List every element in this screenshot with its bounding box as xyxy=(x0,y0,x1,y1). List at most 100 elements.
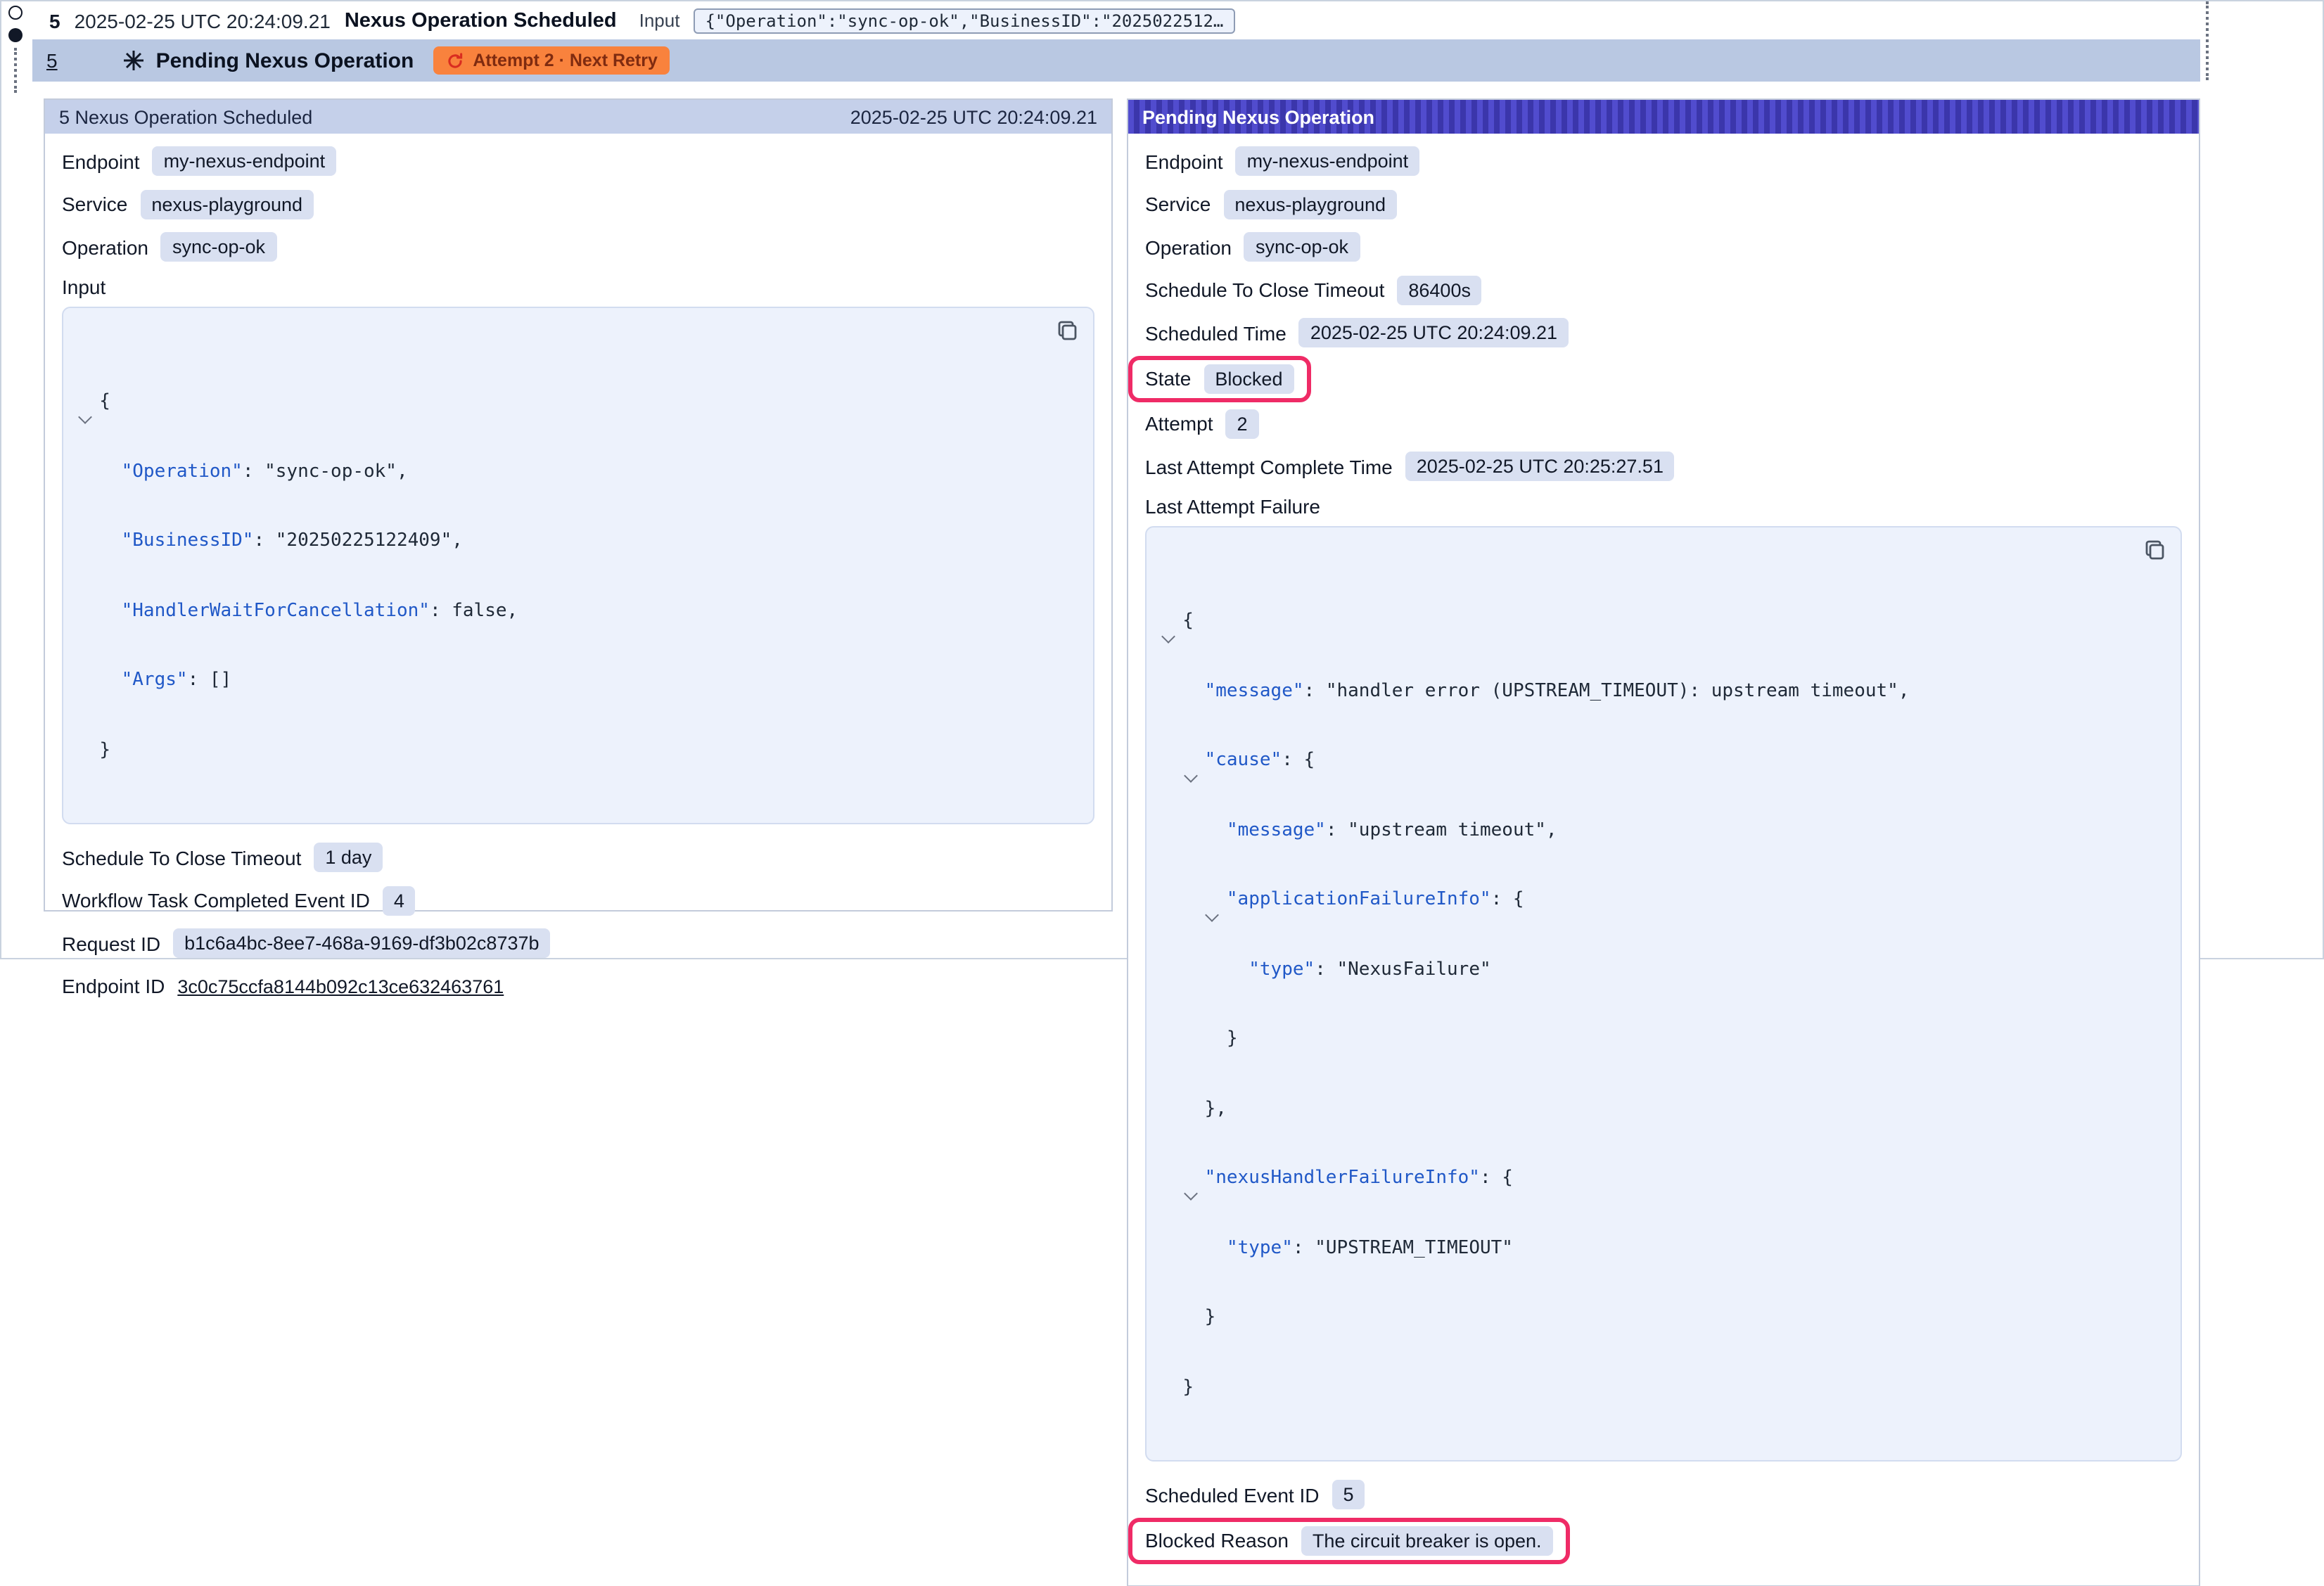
code-indent xyxy=(1161,750,1182,771)
code-line: "type": "UPSTREAM_TIMEOUT" xyxy=(1161,1237,2124,1260)
field-row-scheduled-event-id: Scheduled Event ID 5 xyxy=(1145,1480,2182,1509)
field-row-service: Service nexus-playground xyxy=(1145,189,2182,219)
json-value: } xyxy=(99,739,110,760)
event-title: Nexus Operation Scheduled xyxy=(345,9,617,32)
field-label: Endpoint ID xyxy=(62,975,165,997)
pending-operation-card: Pending Nexus Operation Endpoint my-nexu… xyxy=(1127,98,2200,1586)
field-label: Attempt xyxy=(1145,412,1213,435)
field-value-badge: 1 day xyxy=(314,843,383,872)
copy-button[interactable] xyxy=(2144,538,2166,561)
attempt-retry-badge: Attempt 2 · Next Retry xyxy=(433,46,670,75)
code-line: { xyxy=(1161,610,2124,634)
code-line: "BusinessID": "20250225122409", xyxy=(77,530,1037,554)
input-json-viewer: { "Operation": "sync-op-ok", "BusinessID… xyxy=(62,306,1094,824)
card-header-timestamp: 2025-02-25 UTC 20:24:09.21 xyxy=(850,106,1097,127)
json-value: } xyxy=(1205,1307,1216,1328)
event-row-scheduled[interactable]: 5 2025-02-25 UTC 20:24:09.21 Nexus Opera… xyxy=(32,1,2200,39)
copy-icon xyxy=(2150,544,2163,558)
code-line: "HandlerWaitForCancellation": false, xyxy=(77,600,1037,623)
json-key: "Operation" xyxy=(122,461,243,482)
json-value: "sync-op-ok", xyxy=(264,461,408,482)
field-value-badge: b1c6a4bc-8ee7-468a-9169-df3b02c8737b xyxy=(173,928,550,958)
field-label: Endpoint xyxy=(62,150,140,172)
timeline-node-icon[interactable] xyxy=(8,6,23,20)
field-value-badge: nexus-playground xyxy=(1223,189,1397,219)
json-key: "BusinessID" xyxy=(122,530,254,551)
code-indent xyxy=(77,739,99,760)
json-value: "UPSTREAM_TIMEOUT" xyxy=(1315,1237,1513,1258)
json-colon: : xyxy=(1326,819,1348,840)
field-value-badge: 86400s xyxy=(1397,275,1482,305)
code-indent xyxy=(1161,819,1227,840)
scheduled-card-body: Endpoint my-nexus-endpoint Service nexus… xyxy=(45,134,1111,1028)
field-row-schedule-to-close: Schedule To Close Timeout 86400s xyxy=(1145,275,2182,305)
code-indent xyxy=(1161,889,1205,910)
event-timestamp: 2025-02-25 UTC 20:24:09.21 xyxy=(75,9,331,32)
json-value: { xyxy=(1304,750,1315,771)
field-row-operation: Operation sync-op-ok xyxy=(1145,232,2182,262)
field-label: Blocked Reason xyxy=(1145,1529,1289,1552)
field-label: Scheduled Time xyxy=(1145,321,1286,344)
code-line: } xyxy=(1161,1376,2124,1400)
json-value: "handler error (UPSTREAM_TIMEOUT): upstr… xyxy=(1326,680,1910,701)
field-label: State xyxy=(1145,367,1191,390)
annotation-highlight-state: State Blocked xyxy=(1128,355,1310,402)
main-content: 5 2025-02-25 UTC 20:24:09.21 Nexus Opera… xyxy=(32,1,2200,958)
json-colon: : xyxy=(1315,959,1336,980)
json-value: { xyxy=(1182,610,1194,632)
json-value: } xyxy=(1227,1028,1238,1049)
failure-json-viewer: { "message": "handler error (UPSTREAM_TI… xyxy=(1145,525,2182,1462)
json-value: { xyxy=(99,391,110,412)
json-value: "20250225122409", xyxy=(276,530,463,551)
code-line: "Operation": "sync-op-ok", xyxy=(77,461,1037,484)
field-value-badge: sync-op-ok xyxy=(161,232,276,262)
code-indent xyxy=(1161,1307,1205,1328)
pending-card-header: Pending Nexus Operation xyxy=(1128,100,2199,134)
code-line: "message": "upstream timeout", xyxy=(1161,819,2124,843)
event-detail-cards: 5 Nexus Operation Scheduled 2025-02-25 U… xyxy=(32,82,2200,1586)
code-indent xyxy=(77,461,122,482)
code-indent xyxy=(1161,1168,1182,1189)
input-field-label: Input xyxy=(639,10,680,31)
json-colon: : xyxy=(1304,680,1326,701)
json-key: "message" xyxy=(1205,680,1304,701)
event-input-preview: {"Operation":"sync-op-ok","BusinessID":"… xyxy=(694,8,1234,33)
field-label: Scheduled Event ID xyxy=(1145,1483,1320,1506)
field-label: Workflow Task Completed Event ID xyxy=(62,889,370,912)
json-colon: : xyxy=(188,670,210,691)
blocked-reason-badge: The circuit breaker is open. xyxy=(1301,1526,1553,1555)
field-value-badge: my-nexus-endpoint xyxy=(153,146,337,176)
json-colon: : xyxy=(243,461,264,482)
json-colon: : xyxy=(430,600,452,621)
code-indent xyxy=(1161,1028,1227,1049)
timeline-node-selected-icon[interactable] xyxy=(8,28,23,42)
json-value: "NexusFailure" xyxy=(1337,959,1491,980)
event-id[interactable]: 5 xyxy=(49,9,60,32)
annotation-highlight-blocked-reason: Blocked Reason The circuit breaker is op… xyxy=(1128,1517,1570,1563)
field-row-endpoint: Endpoint my-nexus-endpoint xyxy=(1145,146,2182,176)
field-row-endpoint-id: Endpoint ID 3c0c75ccfa8144b092c13ce63246… xyxy=(62,971,1094,1001)
endpoint-id-link[interactable]: 3c0c75ccfa8144b092c13ce632463761 xyxy=(177,976,504,997)
field-row-endpoint: Endpoint my-nexus-endpoint xyxy=(62,146,1094,176)
field-row-schedule-to-close: Schedule To Close Timeout 1 day xyxy=(62,843,1094,872)
copy-button[interactable] xyxy=(1056,319,1079,341)
field-value-badge: my-nexus-endpoint xyxy=(1236,146,1420,176)
event-title: Pending Nexus Operation xyxy=(156,49,414,72)
code-line: } xyxy=(1161,1028,2124,1051)
json-key: "applicationFailureInfo" xyxy=(1227,889,1491,910)
code-line: "cause": { xyxy=(1161,750,2124,773)
code-line: "type": "NexusFailure" xyxy=(1161,959,2124,982)
event-id-link[interactable]: 5 xyxy=(46,49,58,72)
code-indent xyxy=(77,670,122,691)
json-value: { xyxy=(1502,1168,1513,1189)
event-row-pending[interactable]: 5 Pending Nexus Operation Attempt 2 · Ne… xyxy=(32,39,2200,82)
json-colon: : xyxy=(1293,1237,1315,1258)
json-value: } xyxy=(1182,1376,1194,1398)
json-colon: : xyxy=(1491,889,1513,910)
field-label: Schedule To Close Timeout xyxy=(1145,279,1384,301)
field-label: Operation xyxy=(62,236,148,258)
card-header-title: Pending Nexus Operation xyxy=(1142,106,1374,127)
code-line: { xyxy=(77,391,1037,414)
code-line: "Args": [] xyxy=(77,670,1037,693)
code-indent xyxy=(1161,1098,1205,1119)
